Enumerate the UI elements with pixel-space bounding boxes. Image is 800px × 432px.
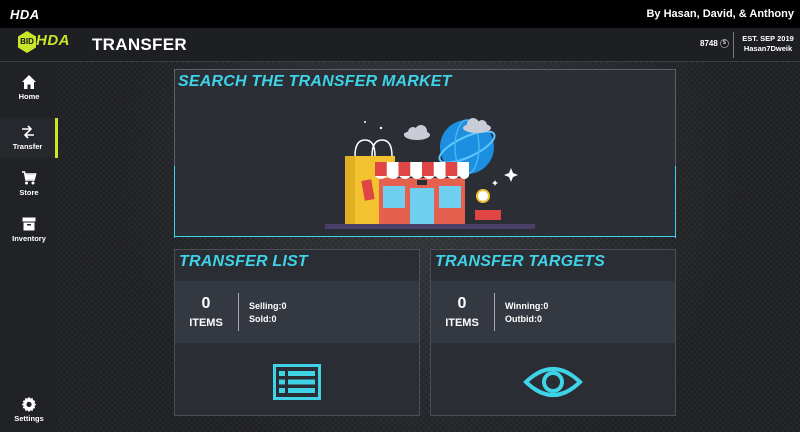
transfer-icon xyxy=(21,125,34,139)
transfer-list-stats: 0 ITEMS Selling:0 Sold:0 xyxy=(175,281,419,343)
transfer-list-title: TRANSFER LIST xyxy=(179,253,308,270)
coin-balance: 8748 $ xyxy=(700,39,729,48)
sidebar-item-label: Inventory xyxy=(12,234,46,243)
transfer-targets-stats: 0 ITEMS Winning:0 Outbid:0 xyxy=(431,281,675,343)
app-header: BID HDA TRANSFER 8748 $ EST. SEP 2019 Ha… xyxy=(0,28,800,62)
sold-count: Sold:0 xyxy=(249,314,277,324)
sidebar-item-label: Transfer xyxy=(12,142,43,151)
header-divider xyxy=(733,32,734,58)
app-title: HDA xyxy=(10,6,40,22)
transfer-targets-title: TRANSFER TARGETS xyxy=(435,253,606,270)
sidebar-item-label: Settings xyxy=(14,414,44,423)
sidebar-item-inventory[interactable]: Inventory xyxy=(0,216,58,256)
coin-icon: $ xyxy=(719,39,729,48)
card-accent-line xyxy=(174,166,175,238)
logo-text: HDA xyxy=(36,32,70,49)
winning-count: Winning:0 xyxy=(505,301,549,311)
sidebar-item-home[interactable]: Home xyxy=(0,74,58,114)
transfer-targets-card[interactable]: TRANSFER TARGETS 0 ITEMS Winning:0 Outbi… xyxy=(430,249,676,416)
market-card-title: SEARCH THE TRANSFER MARKET xyxy=(178,73,452,90)
coin-amount: 8748 xyxy=(700,39,718,48)
logo-badge: BID xyxy=(18,31,36,53)
list-icon xyxy=(273,364,321,400)
inventory-icon xyxy=(22,217,36,231)
sidebar-item-store[interactable]: Store xyxy=(0,170,58,210)
established-date: EST. SEP 2019 xyxy=(742,34,794,43)
sidebar-item-settings[interactable]: Settings xyxy=(0,396,58,432)
market-shop-illustration xyxy=(325,118,535,229)
stat-lines: Selling:0 Sold:0 xyxy=(249,300,287,326)
selling-count: Selling:0 xyxy=(249,301,287,311)
outbid-count: Outbid:0 xyxy=(505,314,542,324)
home-icon xyxy=(22,75,36,89)
stats-divider xyxy=(494,293,495,331)
eye-icon xyxy=(523,367,583,397)
item-count: 0 xyxy=(201,295,211,312)
stats-divider xyxy=(238,293,239,331)
cart-icon xyxy=(22,171,37,185)
sidebar-item-transfer[interactable]: Transfer xyxy=(0,118,58,158)
search-transfer-market-card[interactable]: SEARCH THE TRANSFER MARKET xyxy=(174,69,676,238)
authors-credit: By Hasan, David, & Anthony xyxy=(646,8,794,20)
window-titlebar: HDA By Hasan, David, & Anthony xyxy=(0,0,800,28)
gear-icon xyxy=(21,396,37,412)
transfer-list-card[interactable]: TRANSFER LIST 0 ITEMS Selling:0 Sold:0 xyxy=(174,249,420,416)
item-count-label: ITEMS xyxy=(445,317,479,329)
page-title: TRANSFER xyxy=(92,35,187,54)
stat-lines: Winning:0 Outbid:0 xyxy=(505,300,548,326)
username: Hasan7Dweik xyxy=(743,44,793,53)
item-count: 0 xyxy=(457,295,467,312)
sidebar: Home Transfer Store Inventory Settings xyxy=(0,62,58,432)
sidebar-item-label: Home xyxy=(18,92,40,101)
sidebar-item-label: Store xyxy=(19,188,39,197)
card-accent-line xyxy=(675,166,676,238)
item-count-label: ITEMS xyxy=(189,317,223,329)
user-info: EST. SEP 2019 Hasan7Dweik xyxy=(740,34,796,54)
app-logo[interactable]: BID HDA xyxy=(16,31,72,57)
card-accent-line xyxy=(175,236,675,237)
